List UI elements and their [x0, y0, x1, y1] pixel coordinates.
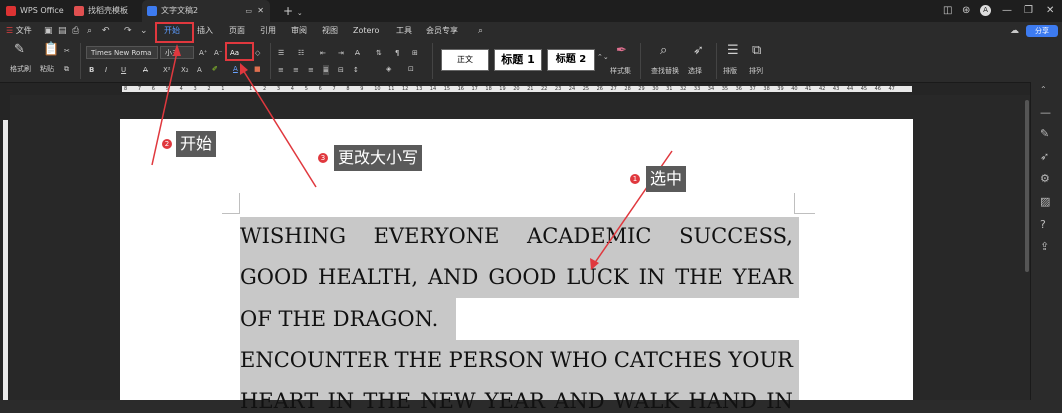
- step-badge-2: 2: [162, 139, 172, 149]
- callout-change-case: 更改大小写: [334, 145, 423, 171]
- callout-start: 开始: [176, 131, 217, 157]
- arrowhead-icon: [173, 44, 181, 56]
- annotation-arrows: [151, 44, 673, 270]
- step-badge-3: 3: [318, 153, 328, 163]
- callout-select: 选中: [646, 166, 687, 192]
- arrow-to-case: [242, 69, 317, 188]
- arrowhead-icon: [240, 63, 248, 75]
- step-badge-1: 1: [630, 174, 640, 184]
